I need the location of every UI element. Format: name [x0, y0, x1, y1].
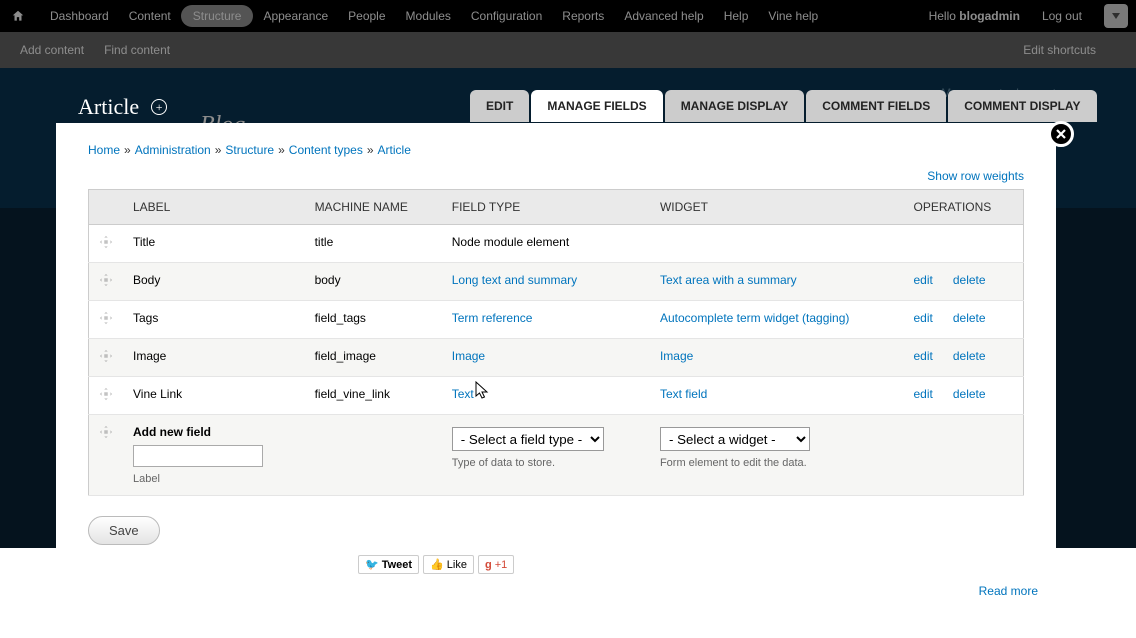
- read-more-link[interactable]: Read more: [979, 584, 1038, 598]
- admin-menu-people[interactable]: People: [338, 1, 395, 31]
- save-button[interactable]: Save: [88, 516, 160, 545]
- widget-link[interactable]: Text field: [660, 387, 707, 401]
- admin-menu-vine-help[interactable]: Vine help: [758, 1, 828, 31]
- field-machine-name: title: [305, 225, 442, 263]
- drag-handle-icon[interactable]: [99, 311, 113, 325]
- widget-link[interactable]: Text area with a summary: [660, 273, 797, 287]
- col-ops: OPERATIONS: [904, 190, 1024, 225]
- edit-link[interactable]: edit: [914, 387, 933, 401]
- field-type-link[interactable]: Image: [452, 349, 485, 363]
- show-row-weights-link[interactable]: Show row weights: [927, 169, 1024, 183]
- field-label: Title: [123, 225, 305, 263]
- drag-handle-icon[interactable]: [99, 235, 113, 249]
- delete-link[interactable]: delete: [953, 387, 986, 401]
- table-row: Imagefield_imageImageImageeditdelete: [89, 339, 1024, 377]
- breadcrumb-article[interactable]: Article: [378, 143, 411, 157]
- breadcrumb-administration[interactable]: Administration: [135, 143, 211, 157]
- table-row: Vine Linkfield_vine_link Text Text field ed…: [89, 377, 1024, 415]
- admin-menu-structure[interactable]: Structure: [181, 5, 254, 27]
- delete-link[interactable]: delete: [953, 349, 986, 363]
- admin-menu-advanced-help[interactable]: Advanced help: [614, 1, 713, 31]
- table-row: Bodybody Long text and summary Text area w…: [89, 263, 1024, 301]
- shortcut-add-content[interactable]: Add content: [20, 43, 84, 57]
- admin-logout-link[interactable]: Log out: [1032, 1, 1092, 31]
- gplus-button[interactable]: g+1: [478, 555, 514, 574]
- type-helptext: Type of data to store.: [452, 457, 640, 469]
- shortcut-find-content[interactable]: Find content: [104, 43, 170, 57]
- field-type-link[interactable]: Text: [452, 387, 474, 401]
- close-icon[interactable]: [1048, 121, 1074, 147]
- field-label: Vine Link: [123, 377, 305, 415]
- col-widget: WIDGET: [650, 190, 904, 225]
- toolbar-dropdown-toggle[interactable]: [1104, 4, 1128, 28]
- admin-menu-reports[interactable]: Reports: [552, 1, 614, 31]
- edit-link[interactable]: edit: [914, 349, 933, 363]
- table-row: Tagsfield_tags Term reference Autocomplete…: [89, 301, 1024, 339]
- drag-handle-icon[interactable]: [99, 349, 113, 363]
- tab-manage-fields[interactable]: MANAGE FIELDS: [531, 90, 662, 122]
- breadcrumb-home[interactable]: Home: [88, 143, 120, 157]
- overlay-title: Article +: [78, 94, 167, 120]
- like-button[interactable]: 👍Like: [423, 555, 474, 574]
- admin-menu-appearance[interactable]: Appearance: [253, 1, 338, 31]
- field-type-link[interactable]: Term reference: [452, 311, 533, 325]
- widget-link[interactable]: Autocomplete term widget (tagging): [660, 311, 849, 325]
- overlay-panel: Home»Administration»Structure»Content ty…: [56, 123, 1056, 573]
- breadcrumb-structure[interactable]: Structure: [225, 143, 274, 157]
- tweet-button[interactable]: 🐦Tweet: [358, 555, 419, 574]
- shortcut-add-icon[interactable]: +: [151, 99, 167, 115]
- edit-link[interactable]: edit: [914, 273, 933, 287]
- admin-toolbar: DashboardContentStructureAppearancePeopl…: [0, 0, 1136, 32]
- social-buttons: 🐦Tweet 👍Like g+1: [358, 555, 514, 574]
- admin-menu-configuration[interactable]: Configuration: [461, 1, 552, 31]
- admin-menu-content[interactable]: Content: [119, 1, 181, 31]
- drag-handle-icon[interactable]: [99, 387, 113, 401]
- tab-comment-fields[interactable]: COMMENT FIELDS: [806, 90, 946, 122]
- drag-handle-icon[interactable]: [99, 425, 113, 439]
- fields-table: LABEL MACHINE NAME FIELD TYPE WIDGET OPE…: [88, 189, 1024, 496]
- new-field-label-input[interactable]: [133, 445, 263, 467]
- drag-handle-icon[interactable]: [99, 273, 113, 287]
- widget-link[interactable]: Image: [660, 349, 693, 363]
- widget-helptext: Form element to edit the data.: [660, 457, 894, 469]
- add-new-field-title: Add new field: [133, 425, 211, 439]
- col-machine: MACHINE NAME: [305, 190, 442, 225]
- tab-manage-display[interactable]: MANAGE DISPLAY: [665, 90, 805, 122]
- col-field: FIELD TYPE: [442, 190, 650, 225]
- delete-link[interactable]: delete: [953, 273, 986, 287]
- field-machine-name: field_tags: [305, 301, 442, 339]
- edit-link[interactable]: edit: [914, 311, 933, 325]
- edit-shortcuts-link[interactable]: Edit shortcuts: [1023, 43, 1096, 57]
- tab-comment-display[interactable]: COMMENT DISPLAY: [948, 90, 1096, 122]
- content-bg: [0, 548, 1136, 638]
- widget-select[interactable]: - Select a widget -: [660, 427, 810, 451]
- admin-menu-help[interactable]: Help: [714, 1, 759, 31]
- field-machine-name: body: [305, 263, 442, 301]
- field-type-link[interactable]: Long text and summary: [452, 273, 577, 287]
- col-label: LABEL: [123, 190, 305, 225]
- table-row: TitletitleNode module element: [89, 225, 1024, 263]
- field-label: Tags: [123, 301, 305, 339]
- home-icon[interactable]: [8, 6, 28, 26]
- admin-menu-modules[interactable]: Modules: [396, 1, 461, 31]
- breadcrumb: Home»Administration»Structure»Content ty…: [88, 143, 1024, 157]
- delete-link[interactable]: delete: [953, 311, 986, 325]
- overlay-tabs: EDITMANAGE FIELDSMANAGE DISPLAYCOMMENT F…: [470, 90, 1097, 122]
- field-machine-name: field_image: [305, 339, 442, 377]
- field-type-select[interactable]: - Select a field type -: [452, 427, 604, 451]
- shortcut-bar: Add content Find content Edit shortcuts: [0, 32, 1136, 68]
- tab-edit[interactable]: EDIT: [470, 90, 529, 122]
- breadcrumb-content-types[interactable]: Content types: [289, 143, 363, 157]
- field-label: Body: [123, 263, 305, 301]
- field-machine-name: field_vine_link: [305, 377, 442, 415]
- admin-menu-dashboard[interactable]: Dashboard: [40, 1, 119, 31]
- label-helptext: Label: [133, 473, 295, 485]
- hello-text: Hello blogadmin: [929, 9, 1020, 23]
- field-label: Image: [123, 339, 305, 377]
